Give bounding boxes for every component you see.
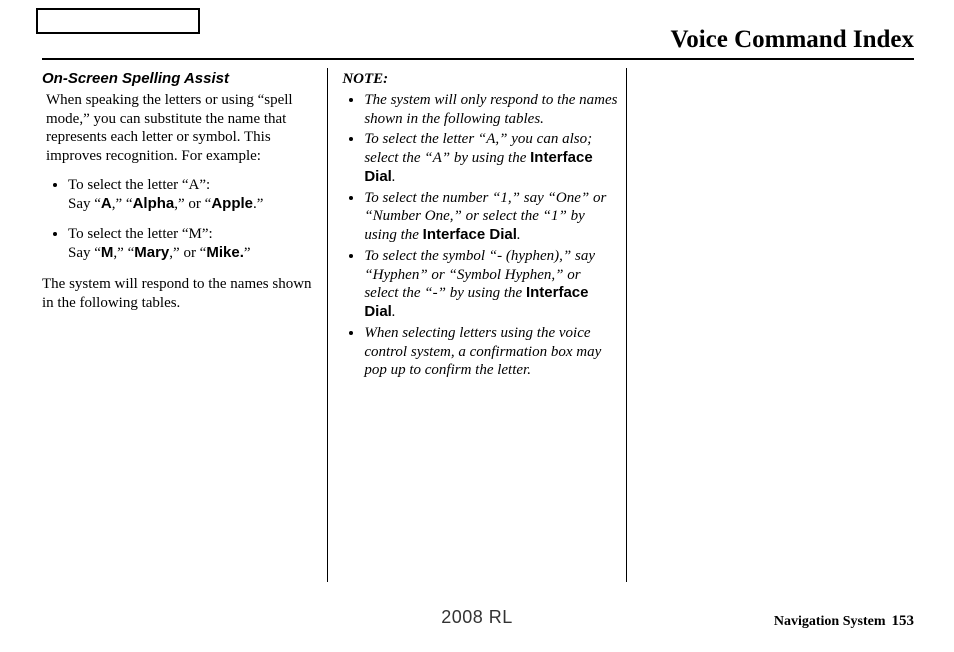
example-item-a: To select the letter “A”: Say “A,” “Alph… — [68, 176, 317, 214]
text: . — [517, 227, 521, 243]
note-heading: NOTE: — [342, 70, 617, 89]
bold-m: M — [101, 244, 114, 261]
intro-paragraph: When speaking the letters or using “spel… — [46, 91, 317, 166]
interface-dial-label: Interface Dial — [423, 226, 517, 243]
footer-right: Navigation System 153 — [774, 613, 914, 630]
note-list: The system will only respond to the name… — [342, 91, 617, 380]
bold-mary: Mary — [134, 244, 169, 261]
column-3 — [627, 68, 914, 582]
note-item-5: When selecting letters using the voice c… — [364, 324, 617, 380]
page-header-title: Voice Command Index — [670, 26, 914, 54]
note-item-2: To select the letter “A,” you can also; … — [364, 130, 617, 186]
header-rule — [42, 58, 914, 60]
note-item-4: To select the symbol “- (hyphen),” say “… — [364, 247, 617, 322]
manual-page: Voice Command Index On-Screen Spelling A… — [0, 0, 954, 652]
bold-a: A — [101, 195, 112, 212]
content-columns: On-Screen Spelling Assist When speaking … — [42, 68, 914, 582]
text: ,” or “ — [174, 196, 211, 212]
example-item-m: To select the letter “M”: Say “M,” “Mary… — [68, 225, 317, 263]
bold-mike: Mike. — [206, 244, 244, 261]
note-item-1: The system will only respond to the name… — [364, 91, 617, 129]
top-box-placeholder — [36, 8, 200, 34]
example-list: To select the letter “A”: Say “A,” “Alph… — [42, 176, 317, 263]
bold-alpha: Alpha — [133, 195, 175, 212]
column-1: On-Screen Spelling Assist When speaking … — [42, 68, 327, 582]
text: ,” “ — [113, 245, 134, 261]
bold-apple: Apple — [211, 195, 253, 212]
footer-page-number: 153 — [892, 613, 915, 629]
text: ,” “ — [112, 196, 133, 212]
note-item-3: To select the number “1,” say “One” or “… — [364, 189, 617, 245]
column-2: NOTE: The system will only respond to th… — [327, 68, 626, 582]
text: . — [392, 304, 396, 320]
text: ” — [244, 245, 251, 261]
footer-section-label: Navigation System — [774, 614, 886, 629]
text: ,” or “ — [169, 245, 206, 261]
section-heading: On-Screen Spelling Assist — [42, 70, 317, 89]
text: .” — [253, 196, 263, 212]
closing-paragraph: The system will respond to the names sho… — [42, 275, 317, 313]
text: . — [392, 169, 396, 185]
